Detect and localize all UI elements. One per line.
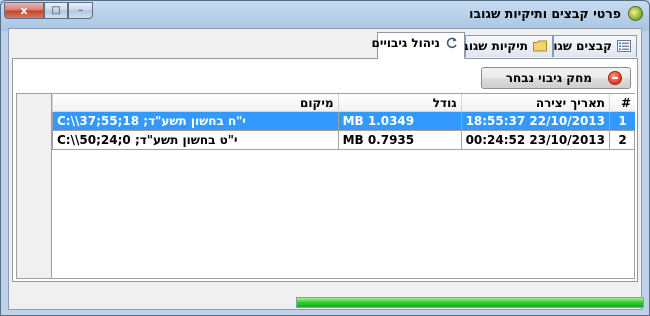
progress-fill bbox=[297, 298, 643, 307]
cell-size: MB 1.0349 bbox=[337, 111, 462, 131]
table-row[interactable]: 2 00:24:52 23/10/2013 MB 0.7935 C:\\י"ט … bbox=[52, 130, 635, 150]
title-bar[interactable]: x □ – פרטי קבצים ותיקיות שגובו bbox=[1, 1, 649, 27]
status-bar bbox=[8, 294, 644, 311]
app-icon bbox=[628, 6, 643, 21]
cell-location: C:\\י"ח בחשון תשע"ד; 18;55;37 bbox=[52, 111, 339, 131]
table-row[interactable]: 1 18:55:37 22/10/2013 MB 1.0349 C:\\י"ח … bbox=[52, 111, 635, 131]
close-button[interactable]: x bbox=[4, 2, 44, 19]
maximize-button[interactable]: □ bbox=[44, 2, 68, 19]
tab-backed-up-files[interactable]: קבצים שגובו bbox=[542, 35, 637, 57]
client-area: קבצים שגובו תיקיות שגובו ניהול גיבויים מ… bbox=[8, 28, 642, 310]
col-header-location[interactable]: מיקום bbox=[52, 94, 339, 112]
cell-num: 1 bbox=[609, 111, 635, 131]
col-header-size[interactable]: גודל bbox=[337, 94, 462, 112]
tab-label: ניהול גיבויים bbox=[371, 36, 440, 50]
backup-management-panel: מחק גיבוי נבחר # תאריך יצירה גודל מיקום bbox=[12, 58, 638, 282]
cell-date: 18:55:37 22/10/2013 bbox=[460, 111, 610, 131]
col-header-date[interactable]: תאריך יצירה bbox=[460, 94, 610, 112]
delete-button-label: מחק גיבוי נבחר bbox=[505, 71, 592, 85]
tab-backed-up-folders[interactable]: תיקיות שגובו bbox=[457, 35, 553, 57]
cell-date: 00:24:52 23/10/2013 bbox=[460, 130, 610, 150]
folder-icon bbox=[533, 40, 547, 52]
list-icon bbox=[617, 40, 631, 52]
grid-empty-margin bbox=[16, 93, 52, 279]
tab-backup-management[interactable]: ניהול גיבויים bbox=[371, 32, 465, 59]
tab-label: תיקיות שגובו bbox=[457, 39, 528, 53]
col-header-num[interactable]: # bbox=[609, 94, 635, 112]
backups-table[interactable]: # תאריך יצירה גודל מיקום 1 18:55:37 22/1… bbox=[51, 93, 635, 279]
minimize-button[interactable]: – bbox=[68, 2, 93, 19]
cell-location: C:\\י"ט בחשון תשע"ד; 0;24;50 bbox=[52, 130, 339, 150]
delete-selected-backup-button[interactable]: מחק גיבוי נבחר bbox=[481, 67, 631, 89]
table-header-row: # תאריך יצירה גודל מיקום bbox=[52, 94, 635, 112]
cell-num: 2 bbox=[609, 130, 635, 150]
minus-circle-icon bbox=[608, 71, 622, 85]
main-window: x □ – פרטי קבצים ותיקיות שגובו קבצים שגו… bbox=[0, 0, 650, 316]
refresh-icon bbox=[446, 37, 457, 49]
cell-size: MB 0.7935 bbox=[337, 130, 462, 150]
progress-bar bbox=[296, 297, 644, 308]
window-title: פרטי קבצים ותיקיות שגובו bbox=[469, 6, 621, 21]
